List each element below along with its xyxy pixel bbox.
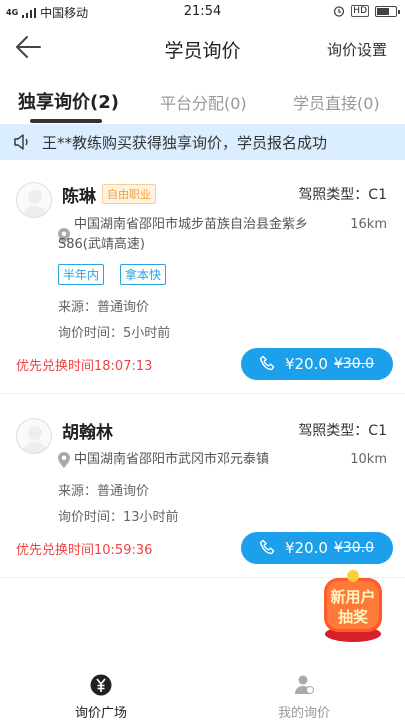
tab-student-direct[interactable]: 学员直接(0) xyxy=(293,90,380,114)
buy-inquiry-button[interactable]: ¥20.0 ¥30.0 xyxy=(241,532,393,564)
nav-inquiry-plaza[interactable]: 询价广场 xyxy=(0,668,202,720)
tab-indicator xyxy=(30,119,102,123)
location-pin-icon xyxy=(58,452,70,468)
nav-label: 我的询价 xyxy=(277,706,330,720)
current-price: ¥20.0 xyxy=(285,355,328,373)
hd-badge: HD xyxy=(351,5,369,17)
tab-exclusive[interactable]: 独享询价(2) xyxy=(18,88,119,114)
bottom-nav: 询价广场 我的询价 xyxy=(0,668,405,720)
avatar-placeholder-icon xyxy=(22,426,48,453)
notice-banner: 王**教练购买获得独享询价，学员报名成功 xyxy=(0,124,405,160)
student-name: 胡翰林 xyxy=(62,423,113,443)
person-icon xyxy=(295,675,314,694)
address-line-1: 中国湖南省邵阳市武冈市邓元泰镇 xyxy=(74,452,270,467)
avatar-placeholder-icon xyxy=(22,190,48,217)
original-price: ¥30.0 xyxy=(333,540,375,556)
promo-line-2: 抽奖 xyxy=(337,608,368,626)
promo-line-1: 新用户 xyxy=(330,588,376,606)
phone-icon xyxy=(259,539,275,555)
new-user-lottery-promo[interactable]: 新用户 抽奖 xyxy=(318,568,388,644)
distance: 16km xyxy=(350,217,387,232)
yuan-coin-icon xyxy=(90,674,112,696)
license-type: 驾照类型：C1 xyxy=(298,187,387,203)
nav-label: 询价广场 xyxy=(74,706,127,720)
current-price: ¥20.0 xyxy=(285,539,328,557)
avatar xyxy=(16,182,52,218)
status-bar: 4G 中国移动 21:54 HD xyxy=(0,0,405,24)
distance: 10km xyxy=(350,452,387,467)
inquiry-settings-link[interactable]: 询价设置 xyxy=(327,39,387,60)
avatar xyxy=(16,418,52,454)
status-right: HD xyxy=(333,5,400,17)
inquiry-card[interactable]: 胡翰林 驾照类型：C1 中国湖南省邵阳市武冈市邓元泰镇 10km 来源：普通询价… xyxy=(0,404,405,578)
source-text: 来源：普通询价 xyxy=(58,484,150,499)
student-name: 陈琳 xyxy=(62,187,96,207)
notice-text: 王**教练购买获得独享询价，学员报名成功 xyxy=(42,133,328,152)
original-price: ¥30.0 xyxy=(333,356,375,372)
inquiry-time: 询价时间：13小时前 xyxy=(58,510,179,525)
inquiry-card[interactable]: 陈琳 自由职业 驾照类型：C1 中国湖南省邵阳市城步苗族自治县金紫乡 S86(武… xyxy=(0,168,405,394)
battery-icon xyxy=(375,5,400,17)
tab-bar: 独享询价(2) 平台分配(0) 学员直接(0) xyxy=(0,80,405,124)
priority-deadline: 优先兑换时间18:07:13 xyxy=(16,359,153,374)
timeline-tag: 半年内 xyxy=(58,264,105,285)
license-type: 驾照类型：C1 xyxy=(298,423,387,439)
priority-deadline: 优先兑换时间10:59:36 xyxy=(16,543,153,558)
nav-bar: 学员询价 询价设置 xyxy=(0,24,405,72)
buy-inquiry-button[interactable]: ¥20.0 ¥30.0 xyxy=(241,348,393,380)
speaker-icon xyxy=(14,134,28,150)
inquiry-time: 询价时间：5小时前 xyxy=(58,326,171,341)
nav-my-inquiries[interactable]: 我的询价 xyxy=(203,668,405,720)
address-line-2: S86(武靖高速) xyxy=(58,237,145,252)
speed-tag: 拿本快 xyxy=(120,264,167,285)
phone-icon xyxy=(259,355,275,371)
address-line-1: 中国湖南省邵阳市城步苗族自治县金紫乡 xyxy=(74,217,309,232)
occupation-tag: 自由职业 xyxy=(102,184,156,204)
alarm-icon xyxy=(334,6,345,17)
source-text: 来源：普通询价 xyxy=(58,300,150,315)
tab-platform[interactable]: 平台分配(0) xyxy=(160,90,247,114)
